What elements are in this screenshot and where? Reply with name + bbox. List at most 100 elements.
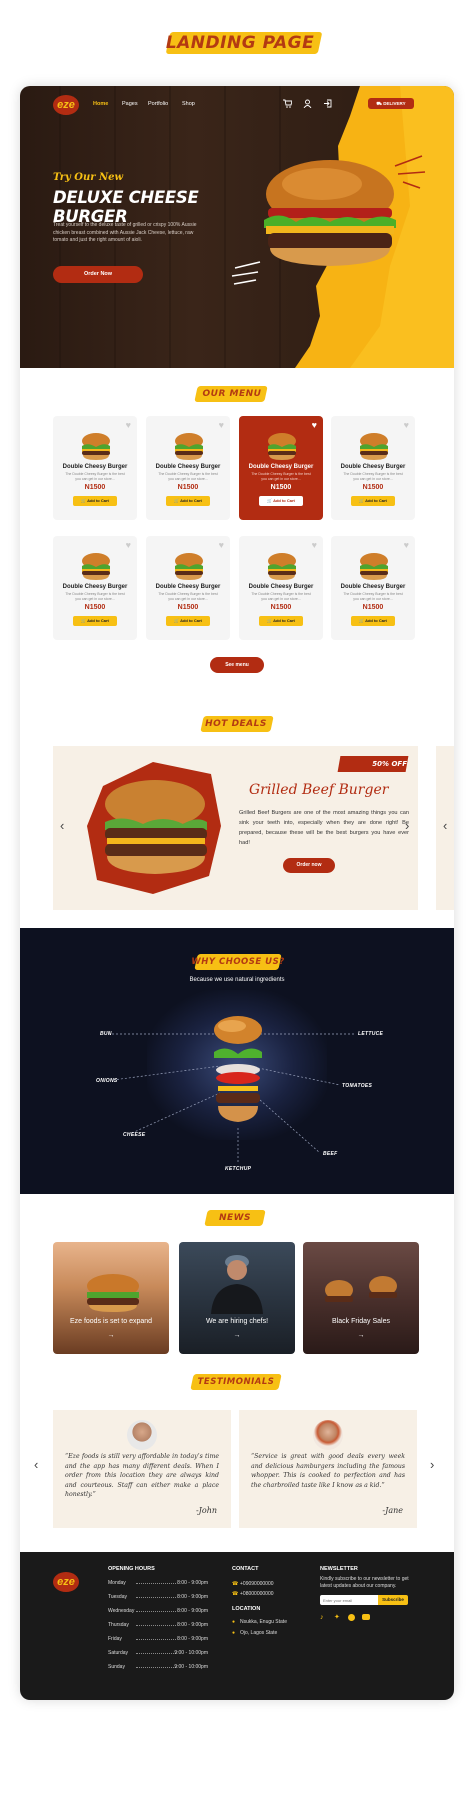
hours-time: 8:00 - 9:00pm — [177, 1622, 208, 1628]
menu-item-name: Double Cheesy Burger — [248, 464, 314, 470]
menu-item-price: N1500 — [177, 604, 199, 611]
add-to-cart-button[interactable]: 🛒 Add to Cart — [166, 496, 210, 506]
add-to-cart-button[interactable]: 🛒 Add to Cart — [259, 616, 303, 626]
user-icon[interactable] — [303, 99, 312, 108]
order-now-button[interactable]: Order Now — [53, 266, 143, 283]
menu-card[interactable]: ♥ Double Cheesy Burger The Double Cheesy B… — [146, 536, 230, 640]
testimonial-avatar — [313, 1420, 343, 1450]
add-to-cart-button[interactable]: 🛒 Add to Cart — [351, 496, 395, 506]
hours-leader — [136, 1653, 176, 1654]
news-burger-image — [87, 1274, 139, 1312]
hours-row: Sunday 9:00 - 10:00pm — [108, 1664, 208, 1670]
hero-burger-image — [264, 160, 396, 266]
ingredient-cheese: CHEESE — [123, 1132, 146, 1138]
hours-day: Monday — [108, 1580, 126, 1586]
phone-number: +09090000000 — [240, 1581, 274, 1587]
deal-order-button[interactable]: Order now — [283, 858, 335, 873]
menu-burger-image — [268, 433, 296, 460]
menu-item-name: Double Cheesy Burger — [155, 464, 221, 470]
menu-card[interactable]: ♥ Double Cheesy Burger The Double Cheesy B… — [146, 416, 230, 520]
menu-item-description: The Double Cheesy Burger is the best you… — [158, 592, 218, 601]
hero-description: Treat yourself to the deluxe taste of gr… — [53, 222, 197, 243]
login-icon[interactable] — [323, 99, 332, 108]
news-arrow-icon[interactable]: → — [179, 1332, 295, 1339]
menu-card[interactable]: ♥ Double Cheesy Burger The Double Cheesy B… — [331, 536, 415, 640]
hours-row: Wednesday 8:00 - 9:00pm — [108, 1608, 208, 1614]
add-to-cart-label: Add to Cart — [87, 618, 109, 623]
menu-card[interactable]: ♥ Double Cheesy Burger The Double Cheesy B… — [53, 536, 137, 640]
menu-card[interactable]: ♥ Double Cheesy Burger The Double Cheesy B… — [331, 416, 415, 520]
news-card-hiring[interactable]: We are hiring chefs! → — [179, 1242, 295, 1354]
news-caption: Black Friday Sales — [332, 1318, 390, 1325]
menu-card[interactable]: ♥ Double Cheesy Burger The Double Cheesy B… — [239, 536, 323, 640]
add-to-cart-label: Add to Cart — [365, 498, 387, 503]
testimonial-prev-arrow-icon[interactable]: ‹ — [34, 1458, 38, 1472]
hours-row: Monday 8:00 - 9:00pm — [108, 1580, 208, 1586]
add-to-cart-button[interactable]: 🛒 Add to Cart — [259, 496, 303, 506]
twitter-icon[interactable]: ✦ — [334, 1614, 341, 1621]
ingredient-tomatoes: TOMATOES — [342, 1083, 373, 1089]
location-item: Nsukka, Enugu State — [240, 1619, 287, 1625]
nav-logo[interactable]: eze — [53, 95, 79, 115]
location-item: Ojo, Lagos State — [240, 1630, 278, 1636]
ingredient-ketchup: KETCHUP — [225, 1166, 252, 1172]
news-card-expand[interactable]: Eze foods is set to expand → — [53, 1242, 169, 1354]
hours-leader — [136, 1583, 176, 1584]
menu-card[interactable]: ♥ Double Cheesy Burger The Double Cheesy B… — [239, 416, 323, 520]
heart-icon[interactable]: ♥ — [312, 541, 317, 550]
add-to-cart-button[interactable]: 🛒 Add to Cart — [166, 616, 210, 626]
see-menu-button[interactable]: See menu — [210, 657, 264, 673]
news-arrow-icon[interactable]: → — [53, 1332, 169, 1339]
menu-item-description: The Double Cheesy Burger is the best you… — [343, 592, 403, 601]
menu-burger-image — [360, 433, 388, 460]
heart-icon[interactable]: ♥ — [219, 421, 224, 430]
hours-leader — [136, 1667, 176, 1668]
newsletter-email-input[interactable] — [320, 1595, 378, 1605]
heart-icon[interactable]: ♥ — [126, 421, 131, 430]
heart-icon[interactable]: ♥ — [312, 421, 317, 430]
news-arrow-icon[interactable]: → — [303, 1332, 419, 1339]
menu-item-name: Double Cheesy Burger — [248, 584, 314, 590]
deal-burger-image — [87, 762, 221, 894]
add-to-cart-button[interactable]: 🛒 Add to Cart — [73, 616, 117, 626]
deal-next-arrow-icon[interactable]: › — [405, 819, 409, 833]
cart-icon[interactable] — [282, 99, 292, 108]
hours-leader — [136, 1639, 176, 1640]
deal-prev-arrow-icon[interactable]: ‹ — [60, 819, 64, 833]
deal-far-arrow-icon[interactable]: ‹ — [443, 819, 447, 833]
hours-leader — [136, 1597, 176, 1598]
heart-icon[interactable]: ♥ — [404, 421, 409, 430]
menu-item-description: The Double Cheesy Burger is the best you… — [251, 592, 311, 601]
nav-item-pages[interactable]: Pages — [122, 101, 138, 107]
add-to-cart-button[interactable]: 🛒 Add to Cart — [351, 616, 395, 626]
heart-icon[interactable]: ♥ — [404, 541, 409, 550]
heart-icon[interactable]: ♥ — [126, 541, 131, 550]
nav-item-home[interactable]: Home — [93, 101, 108, 107]
delivery-button[interactable]: ⛟ DELIVERY — [368, 98, 414, 109]
news-caption: We are hiring chefs! — [205, 1318, 269, 1325]
add-to-cart-button[interactable]: 🛒 Add to Cart — [73, 496, 117, 506]
subscribe-button[interactable]: Subscribe — [378, 1595, 408, 1605]
testimonial-quote: “Service is great with good deals every … — [251, 1453, 405, 1489]
pinterest-icon[interactable] — [348, 1614, 355, 1621]
ingredient-lettuce: LETTUCE — [358, 1031, 384, 1037]
add-to-cart-label: Add to Cart — [365, 618, 387, 623]
heart-icon[interactable]: ♥ — [219, 541, 224, 550]
testimonial-next-arrow-icon[interactable]: › — [430, 1458, 434, 1472]
nav-item-portfolio[interactable]: Portfolio — [148, 101, 168, 107]
footer-logo[interactable]: eze — [53, 1572, 79, 1592]
menu-item-name: Double Cheesy Burger — [62, 464, 128, 470]
menu-card[interactable]: ♥ Double Cheesy Burger The Double Cheesy B… — [53, 416, 137, 520]
testimonial-quote: “Eze foods is still very affordable in t… — [65, 1453, 219, 1498]
nav-item-shop[interactable]: Shop — [182, 101, 195, 107]
menu-burger-image — [268, 553, 296, 580]
menu-burger-image — [175, 433, 203, 460]
news-card-black-friday[interactable]: Black Friday Sales → — [303, 1242, 419, 1354]
why-section: WHY CHOOSE US? Because we use natural in… — [20, 928, 454, 1194]
menu-burger-image — [175, 553, 203, 580]
contact-title: CONTACT — [232, 1566, 259, 1572]
youtube-icon[interactable] — [362, 1614, 370, 1620]
tiktok-icon[interactable]: ♪ — [320, 1614, 327, 1621]
hours-time: 8:00 - 9:00pm — [177, 1580, 208, 1586]
testimonials-title: TESTIMONIALS — [197, 1377, 275, 1387]
